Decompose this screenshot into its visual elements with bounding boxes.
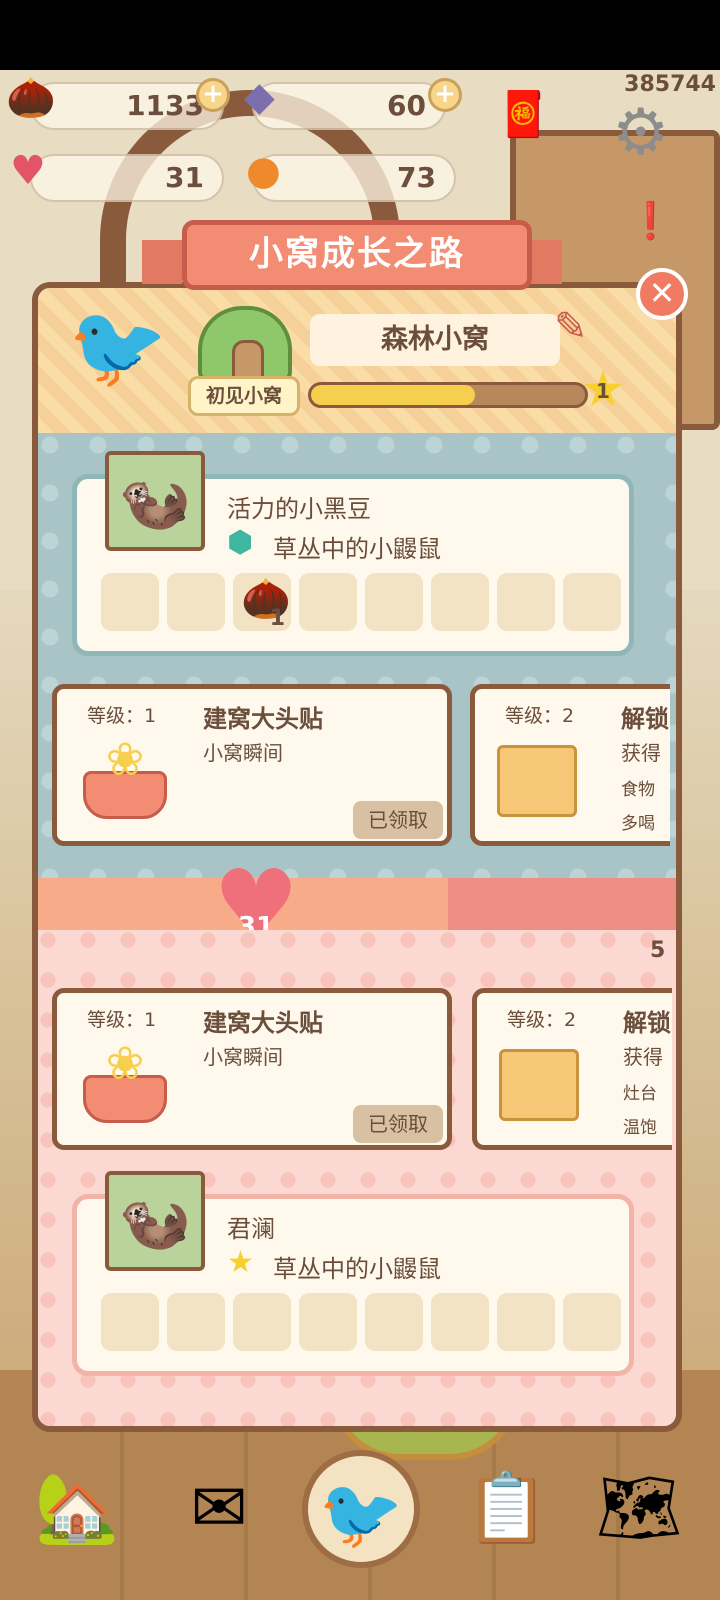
birds-nav-icon[interactable]: 🐦	[302, 1450, 420, 1568]
gem-icon: ◆	[244, 74, 275, 120]
character-name: 君澜	[227, 1215, 275, 1243]
reward-level: 等级：2	[507, 1009, 577, 1031]
heart-gem-icon: ♥	[10, 148, 46, 194]
reward-title: 解锁	[621, 705, 669, 733]
reward-detail: 灶台	[623, 1084, 657, 1104]
item-slot[interactable]	[563, 1293, 621, 1351]
crate-icon	[499, 1049, 579, 1121]
claimed-button[interactable]: 已领取	[353, 1105, 443, 1143]
gem-counter: 60	[252, 82, 446, 130]
map-nav-icon[interactable]: 🗺	[580, 1450, 698, 1568]
claimed-button[interactable]: 已领取	[353, 801, 443, 839]
reward-detail: 温饱	[623, 1118, 657, 1138]
mole-portrait: 🦦	[105, 1171, 205, 1271]
fruit-value: 73	[397, 161, 436, 194]
banner-tail-left	[142, 240, 182, 284]
acorn-counter: 1133	[30, 82, 224, 130]
reward-card-level-1[interactable]: 等级：1 建窝大头贴 小窝瞬间 ❀ 已领取	[52, 988, 452, 1150]
forest-nest-icon	[198, 306, 292, 382]
gem-value: 60	[387, 89, 426, 122]
persimmon-icon: ●	[246, 148, 281, 194]
item-slot[interactable]	[299, 573, 357, 631]
item-slot[interactable]	[233, 1293, 291, 1351]
reward-subtitle: 获得	[621, 741, 661, 765]
reward-subtitle: 小窝瞬间	[203, 741, 283, 765]
reward-detail: 多喝	[621, 814, 655, 834]
item-slot[interactable]	[497, 573, 555, 631]
item-slots: 🌰 1	[101, 573, 621, 631]
reward-title: 解锁	[623, 1009, 671, 1037]
rank-badge-icon: ⬢	[227, 525, 254, 560]
item-slots	[101, 1293, 621, 1351]
settings-gear-icon[interactable]: ⚙	[612, 96, 669, 170]
heart-counter: 31	[30, 154, 224, 202]
alert-icon[interactable]: ❗	[628, 200, 673, 242]
crate-icon	[497, 745, 577, 817]
character-card: 🦦 活力的小黑豆 ⬢ 草丛中的小鼹鼠 🌰 1	[72, 451, 634, 656]
bottom-nav: 🏡 ✉ 🐦 📋 🗺	[0, 1440, 720, 1590]
reward-title: 建窝大头贴	[203, 705, 323, 733]
panel-header: 🐦 初见小窝 森林小窝 ✎ ★ 1	[38, 288, 676, 433]
close-button[interactable]: ✕	[636, 268, 688, 320]
gift-bow-icon: ❀	[105, 732, 145, 786]
character-rank: 草丛中的小鼹鼠	[273, 1255, 441, 1283]
acorn-icon: 🌰	[6, 75, 56, 121]
heart-value: 31	[165, 161, 204, 194]
house-nav-icon[interactable]: 🏡	[18, 1450, 136, 1568]
clipboard-nav-icon[interactable]: 📋	[448, 1450, 566, 1568]
star-icon: ★	[227, 1245, 254, 1280]
item-slot[interactable]	[431, 1293, 489, 1351]
status-bar	[0, 0, 720, 70]
fruit-counter: 73	[252, 154, 456, 202]
character-rank: 草丛中的小鼹鼠	[273, 535, 441, 563]
reward-subtitle: 小窝瞬间	[203, 1045, 283, 1069]
gift-bow-icon: ❀	[105, 1036, 145, 1090]
reward-card-level-2[interactable]: 等级：2 解锁 获得 食物 多喝	[470, 684, 670, 846]
item-slot[interactable]	[167, 573, 225, 631]
add-acorn-button[interactable]: +	[196, 78, 230, 112]
item-slot[interactable]	[101, 1293, 159, 1351]
mail-nav-icon[interactable]: ✉	[160, 1450, 278, 1568]
level-number: 1	[596, 379, 610, 403]
level-progress-fill	[311, 385, 476, 405]
reward-title: 建窝大头贴	[203, 1009, 323, 1037]
reward-detail: 食物	[621, 780, 655, 800]
reward-level: 等级：2	[505, 705, 575, 727]
reward-level: 等级：1	[87, 1009, 157, 1031]
gift-box-icon: ❀	[81, 733, 169, 823]
add-gem-button[interactable]: +	[428, 78, 462, 112]
item-slot[interactable]	[101, 573, 159, 631]
gift-box-icon: ❀	[81, 1037, 169, 1127]
affinity-bar-remaining	[448, 878, 676, 930]
reward-card-level-1[interactable]: 等级：1 建窝大头贴 小窝瞬间 ❀ 已领取	[52, 684, 452, 846]
score-readout: 385744	[624, 72, 716, 97]
item-slot[interactable]	[563, 573, 621, 631]
bird-pair-icon: 🐦	[68, 300, 168, 393]
mole-portrait: 🦦	[105, 451, 205, 551]
item-slot[interactable]	[299, 1293, 357, 1351]
gift-packet-icon[interactable]: 🧧	[496, 88, 551, 140]
item-slot[interactable]	[167, 1293, 225, 1351]
item-slot[interactable]	[365, 573, 423, 631]
reward-level: 等级：1	[87, 705, 157, 727]
reward-subtitle: 获得	[623, 1045, 663, 1069]
character-card: 🦦 君澜 ★ 草丛中的小鼹鼠	[72, 1171, 634, 1376]
item-slot[interactable]	[365, 1293, 423, 1351]
item-slot[interactable]: 🌰 1	[233, 573, 291, 631]
acorn-value: 1133	[126, 89, 204, 122]
growth-panel: 🐦 初见小窝 森林小窝 ✎ ★1 🦦 活力的小黑豆 ⬢ 草丛中的小鼹鼠 🌰 1	[32, 282, 682, 1432]
level-progress-bar	[308, 382, 588, 408]
nest-stage-tag: 初见小窝	[188, 376, 300, 416]
reward-card-level-2[interactable]: 等级：2 解锁 获得 灶台 温饱	[472, 988, 672, 1150]
nest-name-field: 森林小窝	[310, 314, 560, 366]
character-name: 活力的小黑豆	[227, 495, 371, 523]
pencil-icon[interactable]: ✎	[554, 304, 588, 350]
panel-title: 小窝成长之路	[182, 220, 532, 290]
level-star-badge: ★ 1	[578, 364, 628, 414]
item-slot[interactable]	[431, 573, 489, 631]
next-heart-level: 5	[650, 938, 666, 963]
slot-count: 1	[269, 606, 285, 631]
item-slot[interactable]	[497, 1293, 555, 1351]
